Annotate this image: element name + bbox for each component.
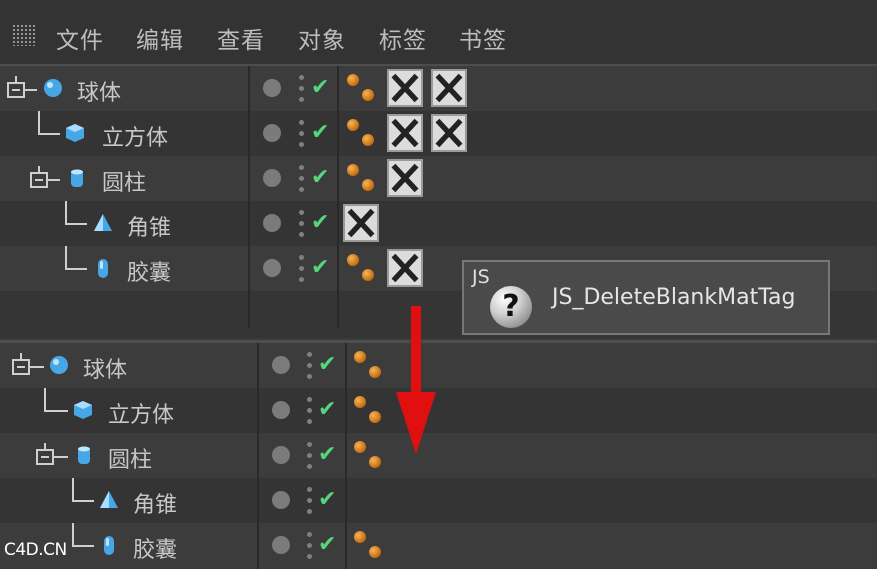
capsule-icon — [104, 536, 114, 555]
sphere-icon — [50, 356, 68, 374]
cylinder-icon — [78, 446, 90, 464]
enabled-check-icon[interactable]: ✔ — [311, 165, 329, 190]
enabled-check-icon[interactable]: ✔ — [318, 442, 336, 467]
menu-tags[interactable]: 标签 — [379, 21, 427, 55]
column-divider[interactable] — [337, 66, 339, 328]
material-tag-icon[interactable] — [352, 349, 386, 383]
cube-icon — [66, 124, 84, 142]
menu-bar: 文件 编辑 查看 对象 标签 书签 — [0, 0, 877, 66]
empty-material-tag-icon[interactable] — [387, 159, 423, 197]
collapse-expander-icon[interactable] — [30, 166, 48, 188]
object-name[interactable]: 球体 — [77, 75, 121, 107]
grip-handle-icon[interactable] — [12, 24, 36, 46]
visibility-dots-icon[interactable] — [297, 253, 307, 285]
object-row[interactable]: 胶囊 ✔ — [0, 523, 877, 568]
object-name[interactable]: 胶囊 — [127, 255, 171, 287]
material-tag-icon[interactable] — [352, 439, 386, 473]
capsule-icon — [98, 259, 108, 278]
object-name[interactable]: 角锥 — [127, 210, 171, 242]
sphere-icon — [44, 79, 62, 97]
visibility-dots-icon[interactable] — [305, 485, 315, 517]
cone-icon — [100, 491, 118, 508]
watermark: C4D.CN — [4, 540, 67, 560]
empty-material-tag-icon[interactable] — [387, 249, 423, 287]
layer-dot-icon[interactable] — [263, 169, 281, 187]
visibility-dots-icon[interactable] — [297, 73, 307, 105]
empty-material-tag-icon[interactable] — [431, 69, 467, 107]
object-name[interactable]: 胶囊 — [133, 532, 177, 564]
object-name[interactable]: 立方体 — [102, 120, 168, 152]
script-command-button[interactable]: JS ? JS_DeleteBlankMatTag — [462, 260, 830, 335]
visibility-dots-icon[interactable] — [305, 395, 315, 427]
object-row[interactable]: 角锥 ✔ — [0, 478, 877, 523]
menu-objects[interactable]: 对象 — [298, 21, 346, 55]
layer-dot-icon[interactable] — [272, 401, 290, 419]
object-row[interactable]: 角锥 ✔ — [0, 201, 877, 246]
collapse-expander-icon[interactable] — [7, 76, 25, 98]
material-tag-icon[interactable] — [352, 394, 386, 428]
layer-dot-icon[interactable] — [272, 536, 290, 554]
down-arrow-icon — [396, 306, 436, 454]
object-name[interactable]: 球体 — [83, 352, 127, 384]
visibility-dots-icon[interactable] — [305, 440, 315, 472]
object-row[interactable]: 球体 ✔ — [0, 343, 877, 388]
menu-view[interactable]: 查看 — [217, 21, 265, 55]
empty-material-tag-icon[interactable] — [387, 114, 423, 152]
object-name[interactable]: 立方体 — [108, 397, 174, 429]
material-tag-icon[interactable] — [345, 162, 379, 196]
cylinder-icon — [71, 169, 83, 187]
collapse-expander-icon[interactable] — [36, 443, 54, 465]
visibility-dots-icon[interactable] — [305, 530, 315, 562]
help-question-icon: ? — [490, 286, 532, 328]
layer-dot-icon[interactable] — [263, 214, 281, 232]
material-tag-icon[interactable] — [345, 117, 379, 151]
column-divider[interactable] — [248, 66, 250, 328]
enabled-check-icon[interactable]: ✔ — [318, 487, 336, 512]
object-row[interactable]: 立方体 ✔ — [0, 111, 877, 156]
material-tag-icon[interactable] — [345, 252, 379, 286]
column-divider[interactable] — [345, 343, 347, 569]
enabled-check-icon[interactable]: ✔ — [311, 255, 329, 280]
column-divider[interactable] — [257, 343, 259, 569]
enabled-check-icon[interactable]: ✔ — [318, 352, 336, 377]
object-name[interactable]: 角锥 — [133, 487, 177, 519]
enabled-check-icon[interactable]: ✔ — [318, 397, 336, 422]
object-list-after: 球体 ✔ 立方体 ✔ 圆柱 ✔ 角锥 ✔ 胶囊 ✔ — [0, 340, 877, 569]
layer-dot-icon[interactable] — [272, 446, 290, 464]
visibility-dots-icon[interactable] — [297, 208, 307, 240]
collapse-expander-icon[interactable] — [12, 353, 30, 375]
cone-icon — [94, 214, 112, 231]
object-row[interactable]: 立方体 ✔ — [0, 388, 877, 433]
layer-dot-icon[interactable] — [272, 491, 290, 509]
object-row[interactable]: 球体 ✔ — [0, 66, 877, 111]
object-row[interactable]: 圆柱 ✔ — [0, 433, 877, 478]
cube-icon — [74, 401, 92, 419]
material-tag-icon[interactable] — [345, 72, 379, 106]
visibility-dots-icon[interactable] — [297, 118, 307, 150]
script-badge: JS — [472, 266, 490, 288]
enabled-check-icon[interactable]: ✔ — [311, 120, 329, 145]
object-name[interactable]: 圆柱 — [108, 442, 152, 474]
empty-material-tag-icon[interactable] — [387, 69, 423, 107]
menu-edit[interactable]: 编辑 — [136, 21, 184, 55]
enabled-check-icon[interactable]: ✔ — [311, 75, 329, 100]
empty-material-tag-icon[interactable] — [343, 204, 379, 242]
material-tag-icon[interactable] — [352, 529, 386, 563]
visibility-dots-icon[interactable] — [305, 350, 315, 382]
menu-file[interactable]: 文件 — [56, 21, 104, 55]
layer-dot-icon[interactable] — [263, 124, 281, 142]
script-command-label: JS_DeleteBlankMatTag — [552, 285, 796, 310]
enabled-check-icon[interactable]: ✔ — [311, 210, 329, 235]
layer-dot-icon[interactable] — [263, 79, 281, 97]
layer-dot-icon[interactable] — [263, 259, 281, 277]
enabled-check-icon[interactable]: ✔ — [318, 532, 336, 557]
visibility-dots-icon[interactable] — [297, 163, 307, 195]
object-name[interactable]: 圆柱 — [102, 165, 146, 197]
menu-bookmarks[interactable]: 书签 — [459, 21, 507, 55]
empty-material-tag-icon[interactable] — [431, 114, 467, 152]
object-row[interactable]: 圆柱 ✔ — [0, 156, 877, 201]
layer-dot-icon[interactable] — [272, 356, 290, 374]
